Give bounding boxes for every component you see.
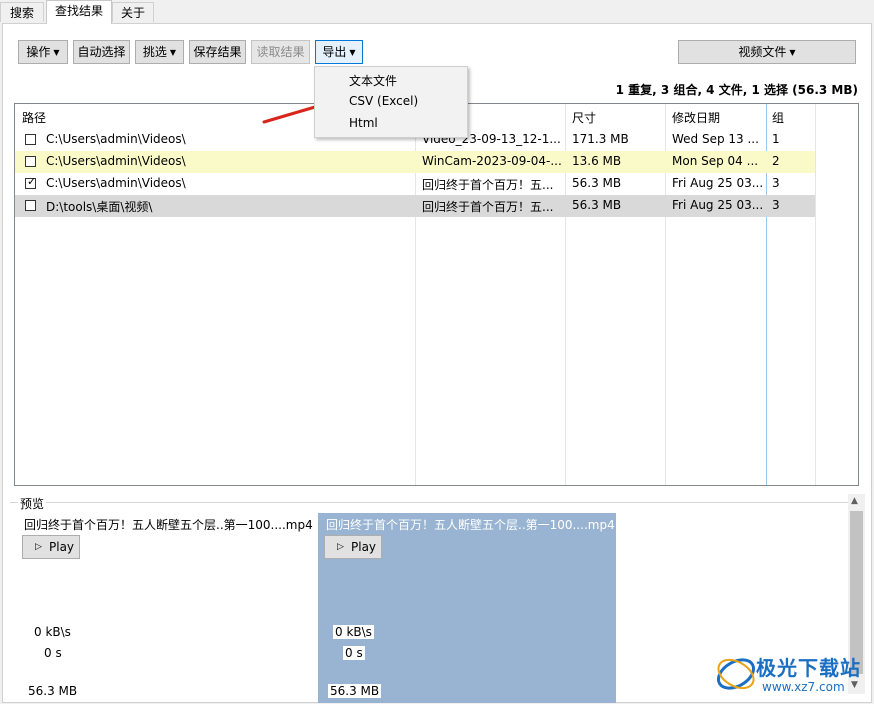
preview-card-selected[interactable]: 回归终于首个百万！五人断壁五个层..第一100....mp4 ▷ Play 0 … <box>318 513 616 703</box>
cell-filename: WinCam-2023-09-04-... <box>422 154 562 168</box>
save-results-button[interactable]: 保存结果 <box>189 40 246 64</box>
menu-item-html[interactable]: Html <box>349 116 378 130</box>
play-icon: ▷ <box>337 542 344 552</box>
preview-time: 0 s <box>44 646 62 660</box>
play-label: Play <box>49 540 75 554</box>
play-button[interactable]: ▷ Play <box>22 535 80 559</box>
watermark-logo-icon <box>716 658 756 690</box>
row-checkbox[interactable] <box>25 156 36 167</box>
preview-card[interactable]: 回归终于首个百万！五人断壁五个层..第一100....mp4 ▷ Play 0 … <box>16 513 314 703</box>
operate-label: 操作 <box>26 45 51 59</box>
watermark-url: www.xz7.com <box>762 680 845 694</box>
tab-results[interactable]: 查找结果 <box>46 0 112 24</box>
preview-speed: 0 kB\s <box>34 625 71 639</box>
export-button[interactable]: 导出 ▼ <box>315 40 363 64</box>
cell-filename: 回归终于首个百万！五... <box>422 178 554 192</box>
tab-about[interactable]: 关于 <box>112 2 154 22</box>
preview-speed: 0 kB\s <box>333 625 374 639</box>
selection-summary: 1 重复, 3 组合, 4 文件, 1 选择 (56.3 MB) <box>615 83 858 97</box>
table-row[interactable]: D:\tools\桌面\视频\ 回归终于首个百万！五... 56.3 MB Fr… <box>15 195 815 217</box>
caret-down-icon: ▼ <box>169 48 177 57</box>
play-icon: ▷ <box>35 542 42 552</box>
checkmark-icon: ✓ <box>27 175 37 188</box>
caret-down-icon: ▼ <box>789 48 796 57</box>
cell-group: 2 <box>772 154 780 168</box>
row-checkbox[interactable] <box>25 200 36 211</box>
cell-group: 1 <box>772 132 780 146</box>
cell-date: Fri Aug 25 03... <box>672 198 764 212</box>
caret-down-icon: ▼ <box>349 48 356 57</box>
preview-size: 56.3 MB <box>28 684 78 698</box>
row-checkbox[interactable]: ✓ <box>25 175 37 189</box>
cell-group: 3 <box>772 176 780 190</box>
export-label: 导出 <box>322 45 347 59</box>
column-header-group[interactable]: 组 <box>772 109 784 126</box>
column-header-date[interactable]: 修改日期 <box>672 109 720 126</box>
export-menu: 文本文件 CSV (Excel) Html <box>314 66 468 138</box>
preview-title: 回归终于首个百万！五人断壁五个层..第一100....mp4 <box>326 518 615 532</box>
menu-item-text-file[interactable]: 文本文件 <box>349 72 397 89</box>
watermark: 极光下载站 www.xz7.com <box>714 650 870 700</box>
column-divider <box>815 104 816 485</box>
table-row[interactable]: ✓ C:\Users\admin\Videos\ 回归终于首个百万！五... 5… <box>15 173 815 195</box>
cell-size: 56.3 MB <box>572 198 622 212</box>
column-header-path[interactable]: 路径 <box>22 109 46 126</box>
file-type-label: 视频文件 <box>738 45 787 59</box>
row-checkbox[interactable] <box>25 134 36 145</box>
column-header-size[interactable]: 尺寸 <box>572 109 596 126</box>
auto-select-button[interactable]: 自动选择 <box>73 40 130 64</box>
cell-size: 13.6 MB <box>572 154 622 168</box>
results-table[interactable]: 路径 尺寸 修改日期 组 C:\Users\admin\Videos\ Vide… <box>14 103 859 486</box>
cell-date: Wed Sep 13 ... <box>672 132 759 146</box>
preview-title: 回归终于首个百万！五人断壁五个层..第一100....mp4 <box>24 518 313 532</box>
cell-path: D:\tools\桌面\视频\ <box>46 200 153 214</box>
cell-path: C:\Users\admin\Videos\ <box>46 176 186 190</box>
play-label: Play <box>351 540 377 554</box>
preview-label: 预览 <box>18 495 47 512</box>
scroll-up-icon[interactable]: ▲ <box>851 496 858 506</box>
filter-button[interactable]: 挑选 ▼ <box>135 40 184 64</box>
menu-item-csv-excel[interactable]: CSV (Excel) <box>349 94 418 108</box>
cell-date: Fri Aug 25 03... <box>672 176 764 190</box>
tab-strip: 搜索 查找结果 关于 <box>0 0 874 24</box>
cell-size: 56.3 MB <box>572 176 622 190</box>
filter-label: 挑选 <box>142 45 167 59</box>
cell-size: 171.3 MB <box>572 132 629 146</box>
tab-search[interactable]: 搜索 <box>0 2 44 22</box>
load-results-button[interactable]: 读取结果 <box>251 40 310 64</box>
cell-path: C:\Users\admin\Videos\ <box>46 154 186 168</box>
operate-button[interactable]: 操作 ▼ <box>18 40 68 64</box>
preview-size: 56.3 MB <box>328 684 382 698</box>
cell-date: Mon Sep 04 ... <box>672 154 759 168</box>
cell-filename: 回归终于首个百万！五... <box>422 200 554 214</box>
play-button[interactable]: ▷ Play <box>324 535 382 559</box>
file-type-dropdown[interactable]: 视频文件 ▼ <box>678 40 856 64</box>
cell-group: 3 <box>772 198 780 212</box>
table-row[interactable]: C:\Users\admin\Videos\ WinCam-2023-09-04… <box>15 151 815 173</box>
watermark-name: 极光下载站 <box>756 656 861 680</box>
preview-time: 0 s <box>343 646 365 660</box>
caret-down-icon: ▼ <box>53 48 60 57</box>
